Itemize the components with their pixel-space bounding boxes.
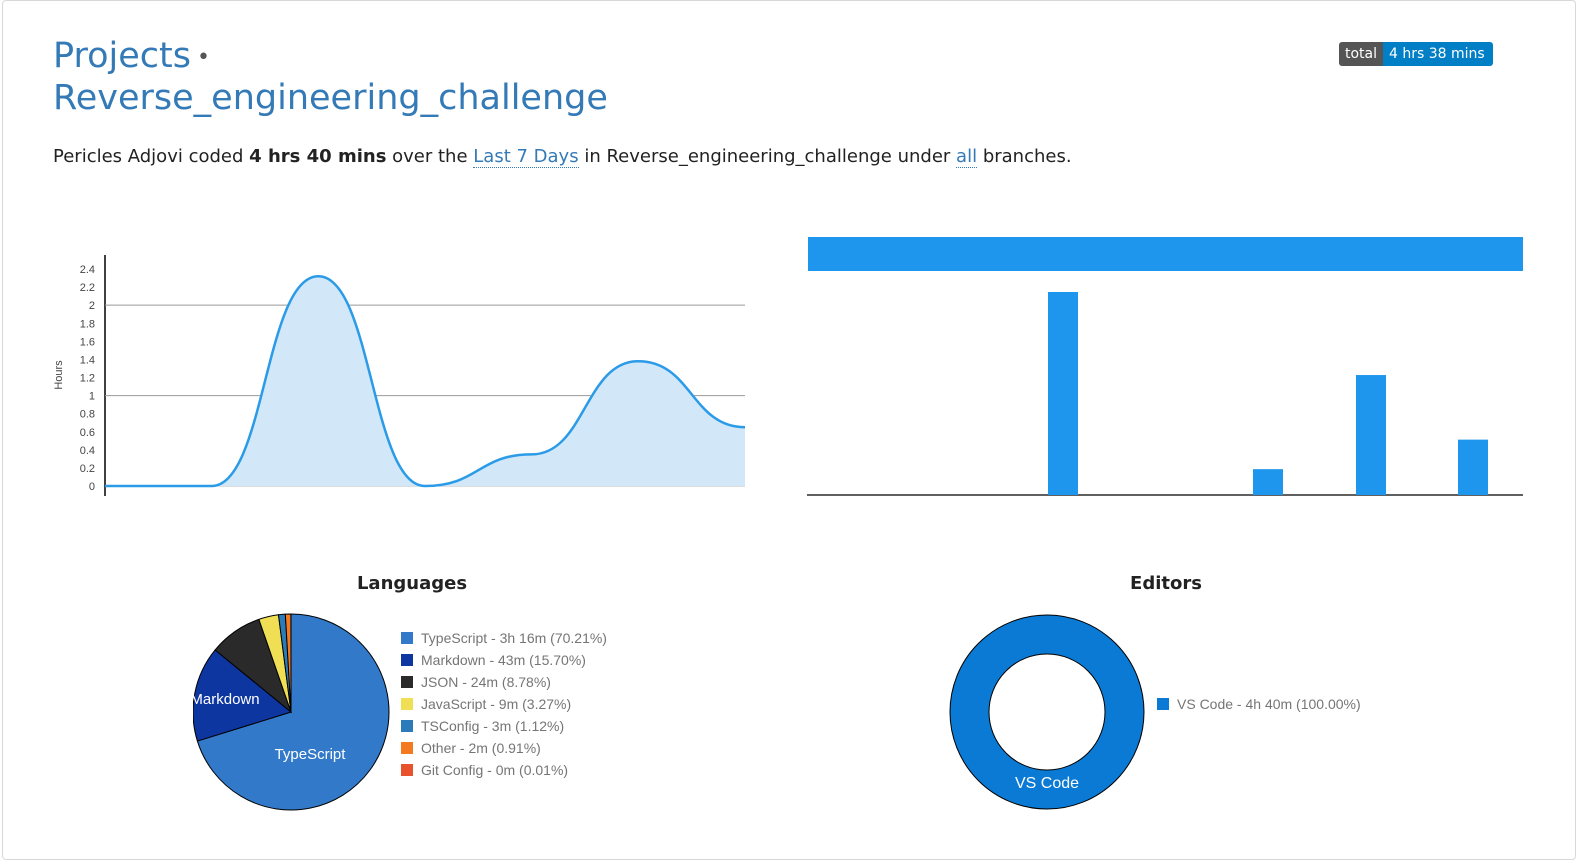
project-name-title: Reverse_engineering_challenge: [53, 78, 608, 118]
y-axis-label: Hours: [53, 360, 65, 390]
summary-text-under: under: [898, 146, 951, 167]
legend-swatch: [401, 742, 413, 754]
total-time-badge: total 4 hrs 38 mins: [1339, 42, 1493, 66]
legend-item: JavaScript - 9m (3.27%): [401, 693, 607, 715]
bar: [1356, 375, 1386, 495]
legend-label: JSON - 24m (8.78%): [421, 674, 551, 690]
legend-label: JavaScript - 9m (3.27%): [421, 696, 571, 712]
coding-activity-area-chart: 2.4 2.2 2 1.8 1.6 1.4 1.2 1 0.8 0.6 0.4 0.2 0 Hours: [40, 245, 760, 505]
breadcrumb-separator: •: [197, 45, 210, 70]
summary-text-over: over the: [392, 146, 467, 167]
editors-chart-title: Editors: [1060, 573, 1272, 594]
donut-slice-label: VS Code: [1015, 775, 1079, 792]
legend-item: JSON - 24m (8.78%): [401, 671, 607, 693]
bar: [1458, 440, 1488, 495]
pie-slice-label: TypeScript: [275, 746, 347, 763]
bar-chart-header-bar: [808, 237, 1523, 271]
donut-hole: [989, 654, 1105, 770]
legend-label: VS Code - 4h 40m (100.00%): [1177, 696, 1361, 712]
branch-filter-link[interactable]: all: [956, 146, 977, 168]
summary-sentence: Pericles Adjovi coded 4 hrs 40 mins over…: [53, 146, 1072, 167]
legend-swatch: [401, 764, 413, 776]
y-tick-label: 2: [89, 300, 95, 312]
legend-item: TSConfig - 3m (1.12%): [401, 715, 607, 737]
daily-bar-chart: [800, 230, 1535, 505]
pie-group: TypeScript Markdown: [190, 614, 389, 810]
pie-slice-label: Markdown: [190, 691, 259, 708]
legend-item: TypeScript - 3h 16m (70.21%): [401, 627, 607, 649]
badge-value: 4 hrs 38 mins: [1383, 42, 1493, 66]
y-tick-label: 2.4: [80, 264, 95, 276]
y-tick-label: 1.4: [80, 354, 95, 366]
legend-item: VS Code - 4h 40m (100.00%): [1157, 693, 1361, 715]
breadcrumb-projects-link[interactable]: Projects: [53, 36, 191, 76]
y-tick-label: 1: [89, 391, 95, 403]
legend-swatch: [401, 654, 413, 666]
legend-item: Other - 2m (0.91%): [401, 737, 607, 759]
legend-swatch: [401, 676, 413, 688]
y-tick-label: 0.2: [80, 463, 95, 475]
badge-label: total: [1339, 42, 1383, 66]
area-fill: [105, 276, 745, 486]
y-tick-label: 0: [89, 481, 95, 493]
summary-user: Pericles Adjovi: [53, 146, 183, 167]
legend-swatch: [401, 698, 413, 710]
languages-chart-title: Languages: [300, 573, 524, 594]
editors-donut-chart: VS Code: [940, 605, 1155, 820]
date-range-link[interactable]: Last 7 Days: [473, 146, 578, 168]
languages-legend: TypeScript - 3h 16m (70.21%) Markdown - 4…: [401, 627, 607, 781]
legend-item: Git Config - 0m (0.01%): [401, 759, 607, 781]
legend-label: Markdown - 43m (15.70%): [421, 652, 586, 668]
y-tick-label: 2.2: [80, 282, 95, 294]
legend-label: Git Config - 0m (0.01%): [421, 762, 568, 778]
y-tick-label: 0.4: [80, 445, 95, 457]
legend-swatch: [401, 720, 413, 732]
summary-text-branches: branches.: [983, 146, 1072, 167]
legend-swatch: [401, 632, 413, 644]
y-tick-label: 0.6: [80, 427, 95, 439]
legend-swatch: [1157, 698, 1169, 710]
bar: [1048, 292, 1078, 495]
page-title: Projects• Reverse_engineering_challenge: [53, 36, 753, 119]
summary-text-in: in: [584, 146, 600, 167]
y-tick-label: 1.2: [80, 373, 95, 385]
summary-project: Reverse_engineering_challenge: [606, 146, 891, 167]
summary-text-coded: coded: [189, 146, 244, 167]
editors-legend: VS Code - 4h 40m (100.00%): [1157, 693, 1361, 715]
legend-label: TSConfig - 3m (1.12%): [421, 718, 564, 734]
legend-item: Markdown - 43m (15.70%): [401, 649, 607, 671]
y-tick-label: 1.8: [80, 318, 95, 330]
legend-label: Other - 2m (0.91%): [421, 740, 541, 756]
legend-label: TypeScript - 3h 16m (70.21%): [421, 630, 607, 646]
bar: [1253, 469, 1283, 495]
y-tick-label: 1.6: [80, 336, 95, 348]
summary-duration: 4 hrs 40 mins: [249, 146, 386, 167]
languages-pie-chart: TypeScript Markdown: [185, 605, 400, 820]
y-tick-label: 0.8: [80, 409, 95, 421]
